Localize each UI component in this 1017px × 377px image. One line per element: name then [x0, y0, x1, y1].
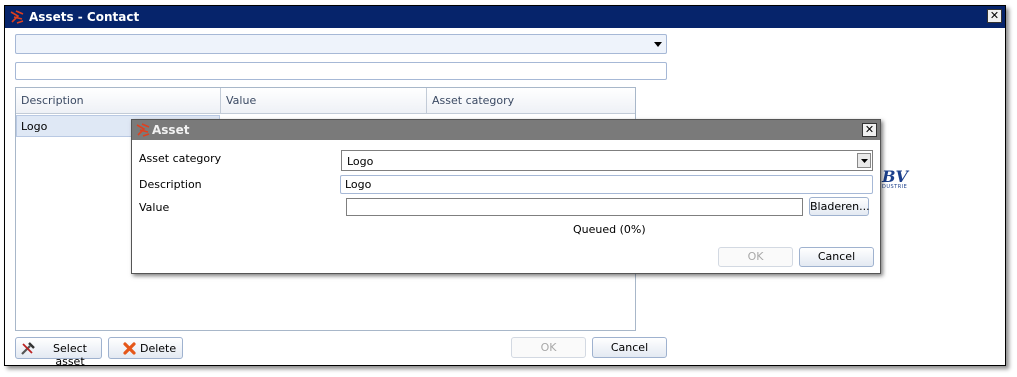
asset-category-select[interactable]: Logo	[341, 150, 873, 171]
window-title-bar[interactable]: Assets - Contact ✕	[5, 6, 1005, 28]
column-header-value[interactable]: Value	[221, 88, 427, 113]
cancel-button[interactable]: Cancel	[592, 337, 667, 358]
chevron-down-icon	[861, 159, 868, 163]
delete-label: Delete	[140, 342, 177, 355]
dialog-title-bar[interactable]: Asset ✕	[132, 120, 880, 140]
chevron-down-icon	[654, 42, 662, 47]
window-title: Assets - Contact	[29, 10, 140, 24]
asset-category-value: Logo	[347, 155, 374, 168]
delete-x-icon	[123, 342, 136, 355]
column-header-asset-category[interactable]: Asset category	[427, 88, 635, 113]
tools-icon	[21, 342, 35, 355]
dialog-title: Asset	[152, 123, 190, 137]
company-logo-subtext: DUSTRIE	[882, 184, 908, 190]
asset-category-label: Asset category	[139, 152, 222, 165]
dialog-close-button[interactable]: ✕	[862, 123, 877, 137]
value-label: Value	[139, 201, 170, 214]
browse-button[interactable]: Bladeren...	[809, 197, 870, 216]
upload-status: Queued (0%)	[573, 223, 646, 236]
window-close-button[interactable]: ✕	[987, 9, 1002, 23]
description-input[interactable]: Logo	[340, 175, 873, 194]
ok-button[interactable]: OK	[511, 337, 586, 358]
filter-combo[interactable]	[15, 34, 667, 54]
app-logo-icon	[136, 123, 150, 137]
app-logo-icon	[10, 10, 24, 24]
close-icon: ✕	[989, 9, 1000, 22]
select-asset-label: Select asset	[53, 342, 87, 368]
column-header-description[interactable]: Description	[16, 88, 221, 113]
search-input[interactable]	[15, 62, 667, 80]
asset-dialog: Asset ✕ Asset category Logo Description …	[131, 119, 881, 274]
grid-header: Description Value Asset category	[16, 88, 635, 114]
asset-category-dropdown-button[interactable]	[857, 153, 871, 168]
description-label: Description	[139, 178, 202, 191]
close-icon: ✕	[864, 123, 875, 136]
dialog-ok-button[interactable]: OK	[718, 247, 793, 267]
select-asset-button[interactable]: Select asset	[15, 337, 102, 368]
value-file-input[interactable]	[346, 198, 803, 216]
dialog-cancel-button[interactable]: Cancel	[799, 247, 874, 267]
cell-description: Logo	[21, 120, 48, 133]
delete-button[interactable]: Delete	[108, 337, 183, 359]
